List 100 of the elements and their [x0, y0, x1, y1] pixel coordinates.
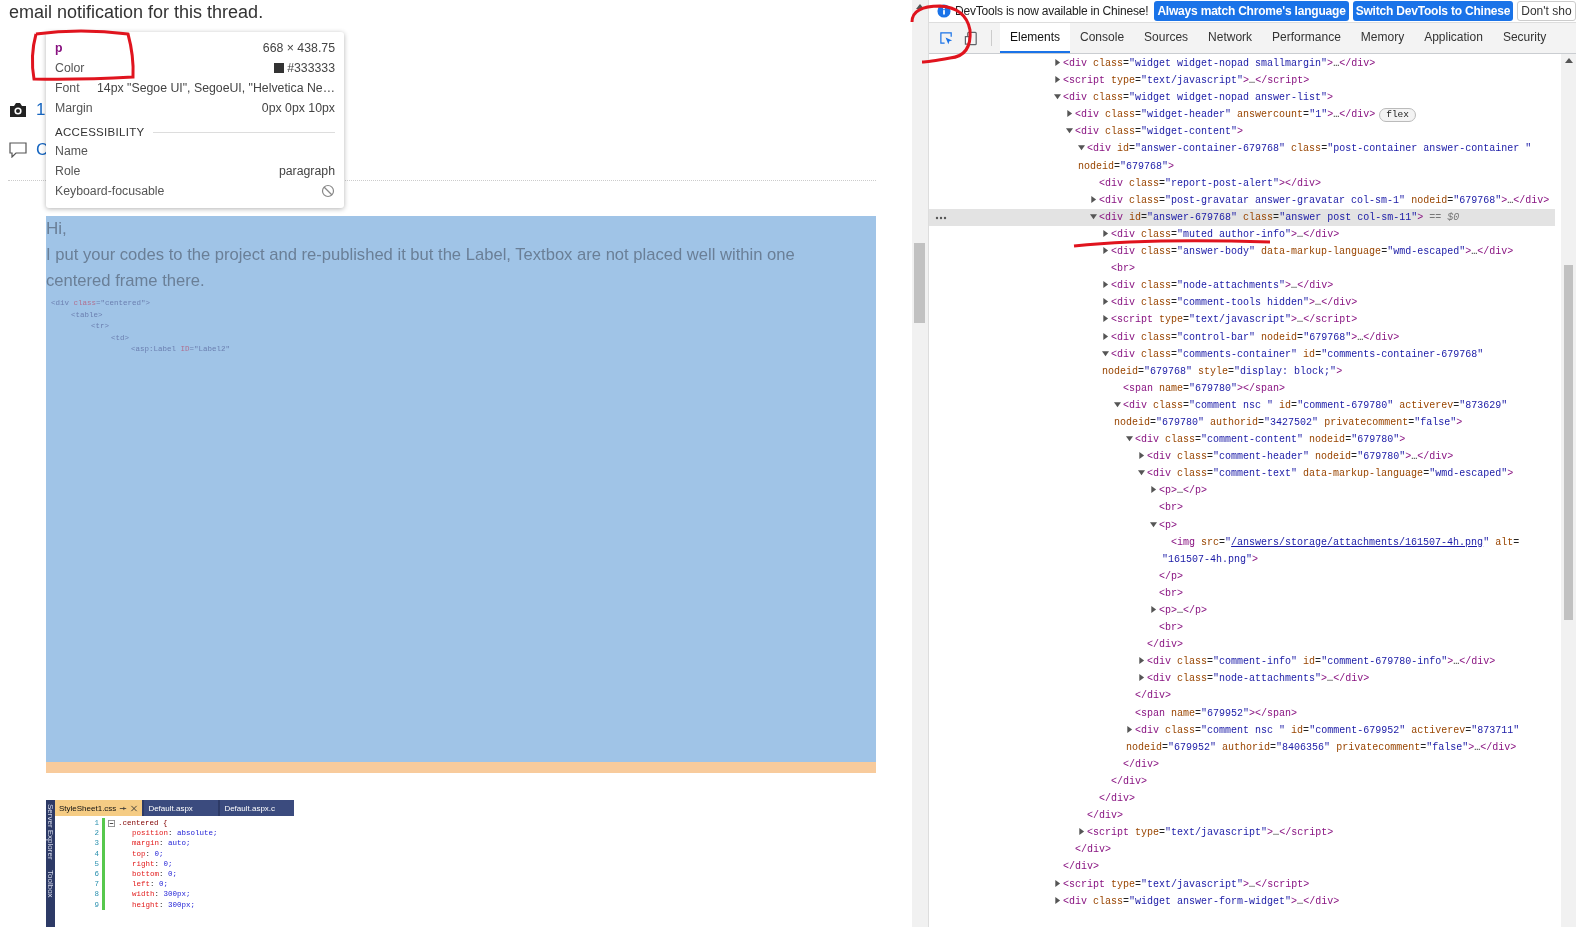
panel-tab[interactable]: Elements: [1000, 23, 1071, 53]
dom-node[interactable]: <div class="post-gravatar answer-gravatar col-sm-1" nodeid="679768">…</div>: [929, 191, 1555, 209]
dom-node[interactable]: <p>: [929, 516, 1555, 534]
dom-node[interactable]: <span name="679780"></span>: [929, 379, 1555, 397]
dom-node[interactable]: <div class="muted author-info">…</div>: [929, 225, 1555, 244]
scrollbar[interactable]: [1561, 54, 1576, 927]
dom-node[interactable]: <div class="widget-header" answercount="1">…</div> flex: [929, 106, 1555, 124]
dom-node[interactable]: <div class="comment-content" nodeid="679780">: [929, 431, 1555, 449]
closing-tag[interactable]: </div>: [929, 858, 1555, 876]
dom-node[interactable]: <div class="comment-info" id="comment-679780-info">…</div>: [929, 653, 1555, 671]
closing-tag[interactable]: </div>: [929, 772, 1555, 791]
layout-badge[interactable]: flex: [1379, 108, 1416, 123]
panel-tab[interactable]: Memory: [1350, 23, 1415, 53]
inspect-icon[interactable]: [939, 30, 954, 46]
dom-node[interactable]: <div id="answer-679768" class="answer post col-sm-11"> == $0: [929, 208, 1555, 226]
infobar-button[interactable]: Always match Chrome's language: [1154, 1, 1349, 21]
expanded-triangle-icon[interactable]: [1054, 93, 1061, 101]
dom-node[interactable]: <script type="text/javascript">…</script>: [929, 875, 1555, 893]
closing-tag[interactable]: </div>: [929, 755, 1555, 773]
infobar-button[interactable]: Don't sho: [1517, 1, 1576, 21]
dom-node[interactable]: <div class="comment nsc " id="comment-679952" activerev="873711" nodeid="679952" authorid="8406356" privatecomment="false">…</div>: [929, 721, 1555, 756]
dom-node[interactable]: <br>: [929, 260, 1555, 278]
collapsed-triangle-icon[interactable]: [1054, 896, 1061, 904]
dom-node[interactable]: <div class="widget answer-form-widget">…</div>: [929, 892, 1555, 910]
expanded-triangle-icon[interactable]: [1138, 469, 1145, 477]
closing-tag[interactable]: </p>: [929, 567, 1555, 585]
collapsed-triangle-icon[interactable]: [1102, 247, 1109, 255]
collapsed-triangle-icon[interactable]: [1150, 606, 1157, 613]
panel-tab[interactable]: Security: [1492, 23, 1557, 53]
closing-tag[interactable]: </div>: [929, 841, 1555, 859]
dom-node[interactable]: <div class="comments-container" id="comments-container-679768" nodeid="679768" style="display: block;">: [929, 345, 1555, 380]
panel-tab[interactable]: Application: [1414, 23, 1493, 53]
pin-icon[interactable]: [119, 804, 128, 812]
dom-node[interactable]: <script type="text/javascript">…</script>: [929, 311, 1555, 329]
panel-tab[interactable]: Network: [1198, 23, 1263, 53]
dom-node[interactable]: <div class="widget widget-nopad answer-list">: [929, 89, 1555, 107]
action-link[interactable]: 1: [36, 100, 46, 120]
dom-node[interactable]: <br>: [929, 584, 1555, 602]
dom-node[interactable]: <img src="/answers/storage/attachments/161507-4h.png" alt= "161507-4h.png">: [929, 533, 1555, 568]
collapsed-triangle-icon[interactable]: [1138, 657, 1145, 665]
expanded-triangle-icon[interactable]: [1078, 144, 1085, 152]
infobar-button[interactable]: Switch DevTools to Chinese: [1352, 1, 1514, 21]
collapsed-triangle-icon[interactable]: [1102, 298, 1109, 306]
collapsed-triangle-icon[interactable]: [1090, 195, 1097, 203]
file-tab[interactable]: StyleSheet1.css: [55, 800, 143, 816]
dom-node[interactable]: <div id="answer-container-679768" class="post-container answer-container " nodeid="679768">: [929, 140, 1555, 175]
dom-node[interactable]: <div class="report-post-alert"></div>: [929, 174, 1555, 192]
collapsed-triangle-icon[interactable]: [1150, 486, 1157, 494]
collapsed-triangle-icon[interactable]: [1126, 725, 1133, 733]
collapsed-triangle-icon[interactable]: [1138, 674, 1145, 682]
collapse-icon[interactable]: [108, 819, 115, 827]
expanded-triangle-icon[interactable]: [1114, 400, 1121, 408]
collapsed-triangle-icon[interactable]: [1078, 828, 1085, 836]
close-icon[interactable]: [130, 804, 139, 812]
scrollbar[interactable]: [912, 0, 929, 927]
collapsed-triangle-icon[interactable]: [1102, 229, 1109, 237]
scroll-up-icon[interactable]: [1565, 58, 1573, 63]
dom-node[interactable]: <br>: [929, 499, 1555, 517]
dom-node[interactable]: <div class="comment nsc " id="comment-679780" activerev="873629" nodeid="679780" authorid="3427502" privatecomment="false">: [929, 396, 1555, 432]
panel-tab[interactable]: Sources: [1134, 23, 1199, 53]
dom-node[interactable]: <br>: [929, 619, 1555, 637]
collapsed-triangle-icon[interactable]: [1054, 879, 1061, 887]
collapsed-triangle-icon[interactable]: [1102, 332, 1109, 340]
comment-icon[interactable]: [8, 142, 28, 158]
closing-tag[interactable]: </div>: [929, 807, 1555, 825]
closing-tag[interactable]: </div>: [929, 636, 1555, 654]
panel-tab[interactable]: Console: [1070, 23, 1135, 53]
more-icon[interactable]: [935, 215, 947, 220]
expanded-triangle-icon[interactable]: [1090, 212, 1097, 220]
expanded-triangle-icon[interactable]: [1066, 127, 1073, 135]
dom-node[interactable]: <script type="text/javascript">…</script>: [929, 824, 1555, 842]
expanded-triangle-icon[interactable]: [1150, 520, 1157, 528]
dom-node[interactable]: <div class="comment-header" nodeid="679780">…</div>: [929, 448, 1555, 466]
dom-node[interactable]: <div class="widget-content">: [929, 123, 1555, 141]
collapsed-triangle-icon[interactable]: [1138, 452, 1145, 460]
collapsed-triangle-icon[interactable]: [1054, 76, 1061, 84]
closing-tag[interactable]: </div>: [929, 790, 1555, 808]
dom-node[interactable]: <div class="widget widget-nopad smallmargin">…</div>: [929, 55, 1555, 73]
scrollbar-thumb[interactable]: [914, 243, 925, 323]
dom-node[interactable]: <div class="control-bar" nodeid="679768">…</div>: [929, 328, 1555, 346]
dom-node[interactable]: <div class="node-attachments">…</div>: [929, 670, 1555, 688]
dom-node[interactable]: <span name="679952"></span>: [929, 704, 1555, 722]
scroll-up-icon[interactable]: [916, 4, 924, 9]
side-tab[interactable]: Toolbox: [46, 869, 55, 898]
collapsed-triangle-icon[interactable]: [1102, 281, 1109, 289]
dom-node[interactable]: <p>…</p>: [929, 602, 1555, 620]
link[interactable]: /answers/storage/attachments/161507-4h.png: [1231, 536, 1484, 548]
panel-tab[interactable]: Performance: [1262, 23, 1351, 53]
dom-node[interactable]: <p>…</p>: [929, 482, 1555, 500]
device-icon[interactable]: [964, 30, 979, 46]
closing-tag[interactable]: </div>: [929, 687, 1555, 705]
collapsed-triangle-icon[interactable]: [1102, 315, 1109, 323]
expanded-triangle-icon[interactable]: [1126, 435, 1133, 443]
collapsed-triangle-icon[interactable]: [1066, 110, 1073, 118]
file-tab[interactable]: Default.aspx: [144, 800, 219, 816]
collapsed-triangle-icon[interactable]: [1054, 59, 1061, 66]
dom-node[interactable]: <div class="node-attachments">…</div>: [929, 277, 1555, 295]
side-tab[interactable]: Server Explorer: [46, 804, 55, 860]
dom-node[interactable]: <script type="text/javascript">…</script>: [929, 72, 1555, 90]
dom-node[interactable]: <div class="answer-body" data-markup-language="wmd-escaped">…</div>: [929, 243, 1555, 261]
